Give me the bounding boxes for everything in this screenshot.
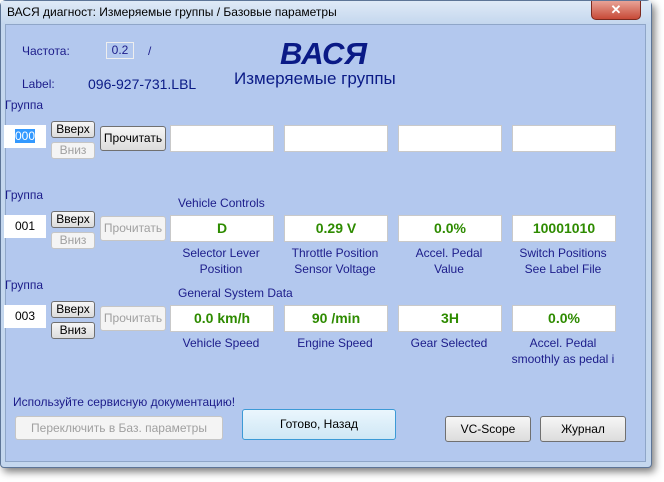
read-button[interactable]: Прочитать [100, 216, 166, 241]
label-file-value: 096-927-731.LBL [88, 76, 197, 92]
value-caption: Vehicle Speed [161, 335, 281, 351]
caption-line: Accel. Pedal [415, 246, 483, 260]
group-number: 003 [14, 309, 36, 323]
group-number-input[interactable]: 003 [4, 305, 46, 328]
page-subtitle: Измеряемые группы [234, 69, 396, 88]
close-button[interactable]: ✕ [591, 1, 641, 20]
value-field: 0.0 km/h [170, 305, 274, 332]
vc-scope-button[interactable]: VC-Scope [445, 416, 531, 442]
group-number-input[interactable]: 000 [4, 125, 46, 148]
group-label: Группа [5, 98, 44, 112]
group-number: 000 [14, 129, 36, 143]
value-field [512, 125, 616, 152]
group-label: Группа [5, 188, 44, 202]
app-logo: ВАСЯ [280, 36, 368, 71]
frequency-separator: / [148, 44, 152, 58]
group-number-input[interactable]: 001 [4, 215, 46, 238]
value-caption: Gear Selected [389, 335, 509, 351]
caption-line: Gear Selected [410, 336, 488, 350]
down-button[interactable]: Вниз [51, 142, 95, 159]
caption-line: Engine Speed [297, 336, 373, 350]
value-field: D [170, 215, 274, 242]
done-back-button[interactable]: Готово, Назад [242, 409, 396, 440]
frequency-label: Частота: [22, 44, 70, 58]
down-button[interactable]: Вниз [51, 232, 95, 249]
value-field [398, 125, 502, 152]
up-button[interactable]: Вверх [51, 301, 95, 318]
value-field: 0.0% [512, 305, 616, 332]
title-bar[interactable]: ВАСЯ диагност: Измеряемые группы / Базов… [1, 1, 651, 24]
caption-line: smoothly as pedal i [511, 352, 615, 366]
value-field: 0.0% [398, 215, 502, 242]
vc-scope-label: VC-Scope [460, 422, 516, 436]
value-caption: Throttle Position Sensor Voltage [275, 245, 395, 277]
journal-button[interactable]: Журнал [540, 416, 626, 442]
read-button[interactable]: Прочитать [100, 126, 166, 151]
value-caption: Engine Speed [275, 335, 395, 351]
value-caption: Switch Positions See Label File [503, 245, 623, 277]
switch-basic-params-button[interactable]: Переключить в Баз. параметры [15, 416, 223, 440]
value-field: 3H [398, 305, 502, 332]
caption-line: Value [434, 262, 464, 276]
value-field: 90 /min [284, 305, 388, 332]
label-file-label: Label: [22, 77, 55, 91]
group-label: Группа [5, 278, 44, 292]
caption-line: Accel. Pedal [529, 336, 597, 350]
value-field [170, 125, 274, 152]
caption-line: Switch Positions [519, 246, 607, 260]
frequency-value: 0.2 [106, 42, 134, 59]
value-caption: Selector Lever Position [161, 245, 281, 277]
group-number: 001 [14, 219, 36, 233]
caption-line: Sensor Voltage [294, 262, 376, 276]
value-field: 0.29 V [284, 215, 388, 242]
window-title: ВАСЯ диагност: Измеряемые группы / Базов… [7, 5, 337, 19]
caption-line: Position [199, 262, 243, 276]
group-title: General System Data [178, 286, 293, 300]
caption-line: Vehicle Speed [182, 336, 260, 350]
value-caption: Accel. Pedal smoothly as pedal i [503, 335, 623, 367]
service-notice: Используйте сервисную документацию! [13, 395, 236, 409]
value-caption: Accel. Pedal Value [389, 245, 509, 277]
caption-line: Throttle Position [291, 246, 379, 260]
up-button[interactable]: Вверх [51, 211, 95, 228]
group-title: Vehicle Controls [178, 196, 265, 210]
value-field: 10001010 [512, 215, 616, 242]
value-field [284, 125, 388, 152]
caption-line: Selector Lever [182, 246, 260, 260]
read-button[interactable]: Прочитать [100, 306, 166, 331]
close-icon: ✕ [610, 2, 622, 17]
caption-line: See Label File [524, 262, 602, 276]
down-button[interactable]: Вниз [51, 322, 95, 339]
up-button[interactable]: Вверх [51, 121, 95, 138]
